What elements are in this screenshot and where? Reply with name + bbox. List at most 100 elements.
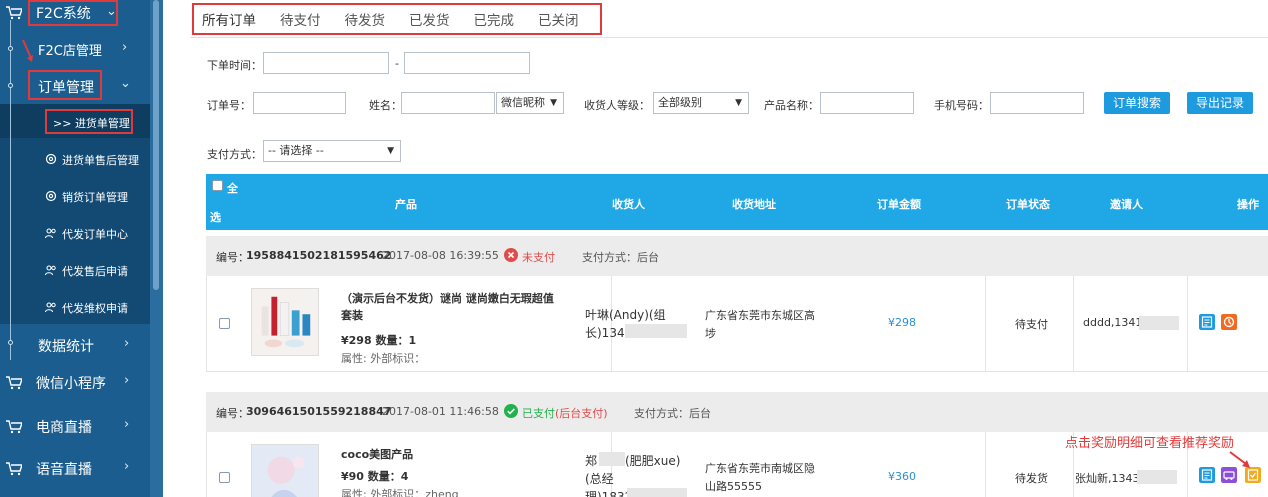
search-button[interactable]: 订单搜索 bbox=[1104, 92, 1170, 114]
status-badge: 未支付 bbox=[522, 251, 555, 264]
tab-closed[interactable]: 已关闭 bbox=[538, 9, 579, 29]
product-thumbnail[interactable] bbox=[251, 444, 319, 497]
order-no-label: 编号： bbox=[216, 251, 249, 264]
sidebar-item-wechat-miniapp[interactable]: 微信小程序 bbox=[36, 373, 106, 393]
select-all-label-2: 选 bbox=[210, 211, 221, 224]
sidebar-item-stats[interactable]: 数据统计 bbox=[38, 336, 94, 356]
gear-icon bbox=[45, 190, 57, 202]
row-checkbox[interactable] bbox=[219, 472, 230, 483]
phone-input[interactable] bbox=[990, 92, 1084, 114]
product-attr: 属性: 外部标识： bbox=[341, 352, 426, 365]
start-date-input[interactable] bbox=[263, 52, 389, 74]
pay-method: 支付方式：后台 bbox=[582, 251, 659, 264]
gear-icon bbox=[45, 153, 57, 165]
product-thumbnail[interactable] bbox=[251, 288, 319, 356]
order-no-input[interactable] bbox=[253, 92, 346, 114]
privacy-mask bbox=[625, 324, 687, 338]
privacy-mask bbox=[1137, 470, 1177, 484]
sidebar-item-voice-live[interactable]: 语音直播 bbox=[36, 459, 92, 479]
detail-icon[interactable] bbox=[1199, 314, 1215, 330]
sidebar-item-purchase-aftersale[interactable]: 进货单售后管理 bbox=[62, 152, 139, 168]
price-qty: ¥90 数量：4 bbox=[341, 470, 409, 483]
caret-down-icon: ▼ bbox=[735, 98, 742, 108]
tab-completed[interactable]: 已完成 bbox=[474, 9, 515, 29]
chevron-right-icon: › bbox=[124, 417, 130, 432]
receiver-level-label: 收货人等级： bbox=[584, 99, 650, 112]
sidebar-item-f2c-store[interactable]: F2C店管理 bbox=[38, 40, 102, 59]
address-line: 埗 bbox=[705, 327, 716, 340]
nickname-select-value: 微信昵称 bbox=[501, 96, 545, 109]
receiver-nick: (肥肥xue) bbox=[625, 454, 681, 468]
sidebar-item-dropship-center[interactable]: 代发订单中心 bbox=[62, 226, 128, 242]
privacy-mask bbox=[1139, 316, 1179, 330]
scrollbar-thumb[interactable] bbox=[153, 0, 159, 290]
product-name[interactable]: （演示后台不发货）谜尚 谜尚嫩白无瑕超值 套装 bbox=[341, 290, 554, 324]
tab-pending-shipment[interactable]: 待发货 bbox=[345, 9, 386, 29]
product-name[interactable]: coco美图产品 bbox=[341, 446, 413, 463]
end-date-input[interactable] bbox=[404, 52, 530, 74]
users-icon bbox=[45, 265, 56, 276]
check-circle-icon bbox=[504, 404, 518, 418]
pay-method-select-value: -- 请选择 -- bbox=[268, 144, 324, 157]
order-amount: ¥360 bbox=[888, 470, 916, 483]
sidebar-item-label: 进货单管理 bbox=[74, 117, 130, 130]
order-group-header: 编号： 3096461501559218847 2017-08-01 11:46… bbox=[206, 392, 1268, 432]
sidebar-item-purchase-orders[interactable]: >> 进货单管理 bbox=[53, 115, 130, 131]
table-row: （演示后台不发货）谜尚 谜尚嫩白无瑕超值 套装 ¥298 数量：1 属性: 外部标… bbox=[206, 276, 1268, 372]
order-time-label: 下单时间： bbox=[207, 59, 262, 72]
annotation-arrow bbox=[1229, 451, 1250, 468]
sidebar-item-ecom-live[interactable]: 电商直播 bbox=[36, 417, 92, 437]
chevron-right-icon: › bbox=[124, 336, 130, 351]
nickname-select[interactable]: 微信昵称 ▼ bbox=[496, 92, 564, 114]
sidebar-item-sales-orders[interactable]: 销货订单管理 bbox=[62, 189, 128, 205]
sidebar-item-dropship-rights[interactable]: 代发维权申请 bbox=[62, 300, 128, 316]
col-inviter: 邀请人 bbox=[1110, 198, 1143, 211]
pay-method-select[interactable]: -- 请选择 -- ▼ bbox=[263, 140, 401, 162]
address-line: 广东省东莞市南城区隐 bbox=[705, 462, 815, 475]
sidebar-item-dropship-aftersale[interactable]: 代发售后申请 bbox=[62, 263, 128, 279]
sidebar-scrollbar[interactable] bbox=[150, 0, 163, 497]
users-icon bbox=[45, 228, 56, 239]
receiver-name: 郑 bbox=[585, 454, 598, 468]
tab-shipped[interactable]: 已发货 bbox=[409, 9, 450, 29]
status-badge: 已支付(后台支付) bbox=[522, 405, 608, 421]
app-root: F2C系统 ⌄ F2C店管理 › 订单管理 ⌄ >> 进货单管理 进货单售后管理… bbox=[0, 0, 1268, 497]
receiver-phone: 理)1832 bbox=[585, 490, 633, 497]
chevron-right-icon: › bbox=[124, 459, 130, 474]
col-amount: 订单金额 bbox=[877, 198, 921, 211]
pay-method-label: 支付方式： bbox=[207, 148, 262, 161]
tab-all[interactable]: 所有订单 bbox=[202, 9, 256, 29]
order-state: 待支付 bbox=[1015, 318, 1048, 331]
inviter: 张灿新,13430 bbox=[1075, 472, 1147, 485]
chevron-right-icon: › bbox=[122, 40, 128, 55]
name-label: 姓名： bbox=[369, 99, 402, 112]
col-product: 产品 bbox=[395, 198, 417, 211]
cancel-order-icon[interactable] bbox=[1221, 314, 1237, 330]
level-select[interactable]: 全部级别 ▼ bbox=[653, 92, 749, 114]
annotation-arrow bbox=[22, 39, 33, 62]
col-divider bbox=[1187, 276, 1188, 372]
status-extra: (后台支付) bbox=[555, 407, 608, 420]
product-name-label: 产品名称： bbox=[764, 99, 819, 112]
cart-icon bbox=[6, 462, 22, 476]
order-group-header: 编号： 1958841502181595462 2017-08-08 16:39… bbox=[206, 236, 1268, 276]
tree-node bbox=[8, 340, 13, 345]
tab-pending-payment[interactable]: 待支付 bbox=[280, 9, 321, 29]
col-status: 订单状态 bbox=[1006, 198, 1050, 211]
select-all-checkbox[interactable] bbox=[212, 180, 223, 191]
pay-method: 支付方式：后台 bbox=[634, 407, 711, 420]
name-input[interactable] bbox=[401, 92, 495, 114]
status-text: 已支付 bbox=[522, 407, 555, 420]
order-no: 3096461501559218847 bbox=[246, 405, 392, 418]
close-circle-icon bbox=[504, 248, 518, 262]
cart-icon bbox=[6, 6, 22, 20]
privacy-mask bbox=[627, 488, 687, 497]
detail-icon[interactable] bbox=[1199, 467, 1215, 483]
product-name-input[interactable] bbox=[820, 92, 914, 114]
row-checkbox[interactable] bbox=[219, 318, 230, 329]
export-button[interactable]: 导出记录 bbox=[1187, 92, 1253, 114]
cart-icon bbox=[6, 420, 22, 434]
sidebar: F2C系统 ⌄ F2C店管理 › 订单管理 ⌄ >> 进货单管理 进货单售后管理… bbox=[0, 0, 150, 497]
col-actions: 操作 bbox=[1237, 198, 1259, 211]
order-no-label: 编号： bbox=[216, 407, 249, 420]
